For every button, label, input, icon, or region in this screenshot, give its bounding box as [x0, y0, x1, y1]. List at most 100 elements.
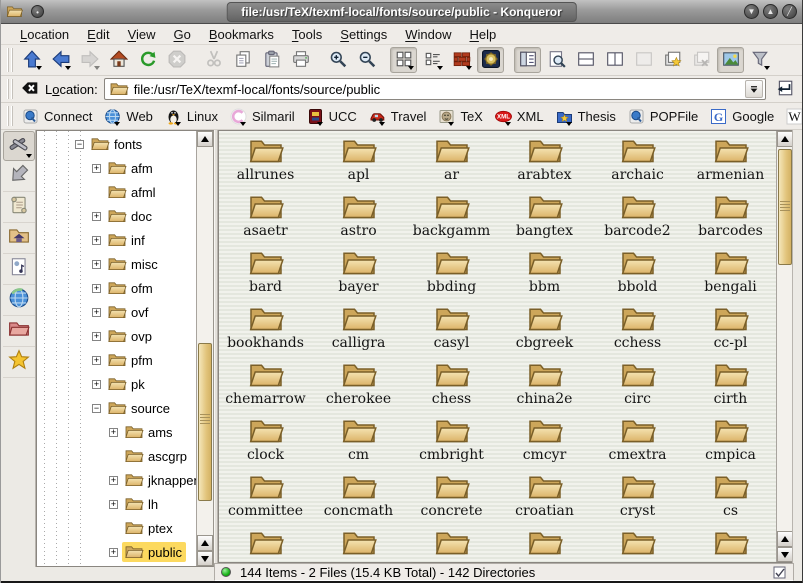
location-input[interactable]: file:/usr/TeX/texmf-local/fonts/source/p…	[134, 82, 745, 97]
bookmark-web[interactable]: Web	[100, 106, 159, 127]
home-button[interactable]	[105, 47, 132, 73]
title-bar[interactable]: • file:/usr/TeX/texmf-local/fonts/source…	[1, 0, 802, 24]
folder-item-calligra[interactable]: calligra	[312, 304, 405, 360]
folder-item-backgamm[interactable]: backgamm	[405, 192, 498, 248]
sticky-button[interactable]: •	[31, 5, 44, 18]
paste-button[interactable]	[258, 47, 285, 73]
tree-expander-icon[interactable]: −	[92, 404, 101, 413]
folder-item-armenian[interactable]: armenian	[684, 136, 777, 192]
bookmark-travel[interactable]: Travel	[365, 106, 433, 127]
bookmark-popfile[interactable]: POPFile	[624, 106, 704, 127]
menu-view[interactable]: View	[119, 25, 165, 44]
tree-expander-icon[interactable]: +	[92, 164, 101, 173]
tree-scroll-up2-button[interactable]	[197, 535, 213, 551]
folder-item-astro[interactable]: astro	[312, 192, 405, 248]
folder-item-cmextra[interactable]: cmextra	[591, 416, 684, 472]
folder-item-chess[interactable]: chess	[405, 360, 498, 416]
bookmark-ucc[interactable]: UCC	[303, 106, 363, 127]
bookmarks-star-button[interactable]	[3, 348, 35, 378]
folder-item-croatian[interactable]: croatian	[498, 472, 591, 528]
reload-button[interactable]	[134, 47, 161, 73]
cut-button[interactable]	[200, 47, 227, 73]
tree-item-lh[interactable]: +lh	[37, 492, 196, 516]
tree-item-jknappen[interactable]: +jknappen	[37, 468, 196, 492]
find-button[interactable]	[543, 47, 570, 73]
stop-button[interactable]	[163, 47, 190, 73]
tree-item-ofm[interactable]: +ofm	[37, 276, 196, 300]
tree-item-misc[interactable]: +misc	[37, 252, 196, 276]
folder-item-clock[interactable]: clock	[219, 416, 312, 472]
tree-expander-icon[interactable]: +	[109, 428, 118, 437]
services-button[interactable]	[3, 255, 35, 285]
up-arrow-button[interactable]	[18, 47, 45, 73]
menu-edit[interactable]: Edit	[78, 25, 118, 44]
tree-expander-icon[interactable]: +	[92, 212, 101, 221]
history-scroll-button[interactable]	[3, 193, 35, 223]
folder-item-bengali[interactable]: bengali	[684, 248, 777, 304]
tree-scrollbar[interactable]	[196, 131, 213, 566]
tree-expander-icon[interactable]: +	[92, 356, 101, 365]
tree-item-public[interactable]: +public	[37, 540, 196, 564]
multicolumn-view-button[interactable]	[448, 47, 475, 73]
folder-item-bangtex[interactable]: bangtex	[498, 192, 591, 248]
clear-location-button[interactable]	[18, 78, 42, 100]
menu-settings[interactable]: Settings	[331, 25, 396, 44]
tree-expander-icon[interactable]: +	[92, 236, 101, 245]
copy-button[interactable]	[229, 47, 256, 73]
remove-view-button[interactable]	[630, 47, 657, 73]
folder-item-bayer[interactable]: bayer	[312, 248, 405, 304]
minimize-button[interactable]: ▼	[744, 4, 759, 19]
bookmark-thesis[interactable]: Thesis	[552, 106, 622, 127]
menu-tools[interactable]: Tools	[283, 25, 331, 44]
tree-item-inf[interactable]: +inf	[37, 228, 196, 252]
tree-scrollbar-thumb[interactable]	[198, 343, 212, 501]
folder-item-committee[interactable]: committee	[219, 472, 312, 528]
bookmark-google[interactable]: GGoogle	[706, 106, 780, 127]
bookmark-connect[interactable]: Connect	[18, 106, 98, 127]
konqueror-gear-button[interactable]	[477, 47, 504, 73]
split-vertical-button[interactable]	[601, 47, 628, 73]
folder-item-bookhands[interactable]: bookhands	[219, 304, 312, 360]
tree-expander-icon[interactable]: +	[92, 260, 101, 269]
location-combobox[interactable]: file:/usr/TeX/texmf-local/fonts/source/p…	[104, 78, 766, 100]
folder-item-archaic[interactable]: archaic	[591, 136, 684, 192]
network-globe-button[interactable]	[3, 286, 35, 316]
menu-help[interactable]: Help	[461, 25, 506, 44]
tree-expander-icon[interactable]: −	[75, 140, 84, 149]
menu-window[interactable]: Window	[396, 25, 460, 44]
folder-item-bbm[interactable]: bbm	[498, 248, 591, 304]
forward-arrow-button[interactable]	[76, 47, 103, 73]
go-button[interactable]	[772, 77, 798, 101]
folder-item-bbding[interactable]: bbding	[405, 248, 498, 304]
print-button[interactable]	[287, 47, 314, 73]
tree-item-doc[interactable]: +doc	[37, 204, 196, 228]
bookmark-tex[interactable]: TeX	[434, 106, 488, 127]
bookmark-wikipedia[interactable]: WWikipedia	[782, 106, 803, 127]
bookmark-xml[interactable]: XMLXML	[491, 106, 550, 127]
folder-item-cmcyr[interactable]: cmcyr	[498, 416, 591, 472]
view-scroll-up2-button[interactable]	[777, 531, 793, 547]
folder-item-cs[interactable]: cs	[684, 472, 777, 528]
folder-item-cmpica[interactable]: cmpica	[684, 416, 777, 472]
tree-expander-icon[interactable]: +	[109, 500, 118, 509]
toolbar-grip[interactable]	[7, 106, 14, 127]
folder-item-barcodes[interactable]: barcodes	[684, 192, 777, 248]
folder-item-bard[interactable]: bard	[219, 248, 312, 304]
tree-item-source[interactable]: −source	[37, 396, 196, 420]
folder-item-cherokee[interactable]: cherokee	[312, 360, 405, 416]
bookmark-silmaril[interactable]: Silmaril	[226, 106, 301, 127]
folder-item-cc-pl[interactable]: cc-pl	[684, 304, 777, 360]
view-scrollbar-thumb[interactable]	[778, 149, 792, 265]
tree-item-ovp[interactable]: +ovp	[37, 324, 196, 348]
maximize-button[interactable]: ▲	[763, 4, 778, 19]
menu-location[interactable]: Location	[11, 25, 78, 44]
bookmark-linux[interactable]: Linux	[161, 106, 224, 127]
filter-button[interactable]	[746, 47, 773, 73]
tree-expander-icon[interactable]: +	[92, 308, 101, 317]
page-status-icon[interactable]	[773, 566, 787, 579]
tree-scroll-down-button[interactable]	[197, 551, 213, 566]
folder-item-apl[interactable]: apl	[312, 136, 405, 192]
tree-scroll-up-button[interactable]	[197, 131, 213, 147]
configure-tools-button[interactable]	[3, 131, 35, 161]
folder-item-china2e[interactable]: china2e	[498, 360, 591, 416]
